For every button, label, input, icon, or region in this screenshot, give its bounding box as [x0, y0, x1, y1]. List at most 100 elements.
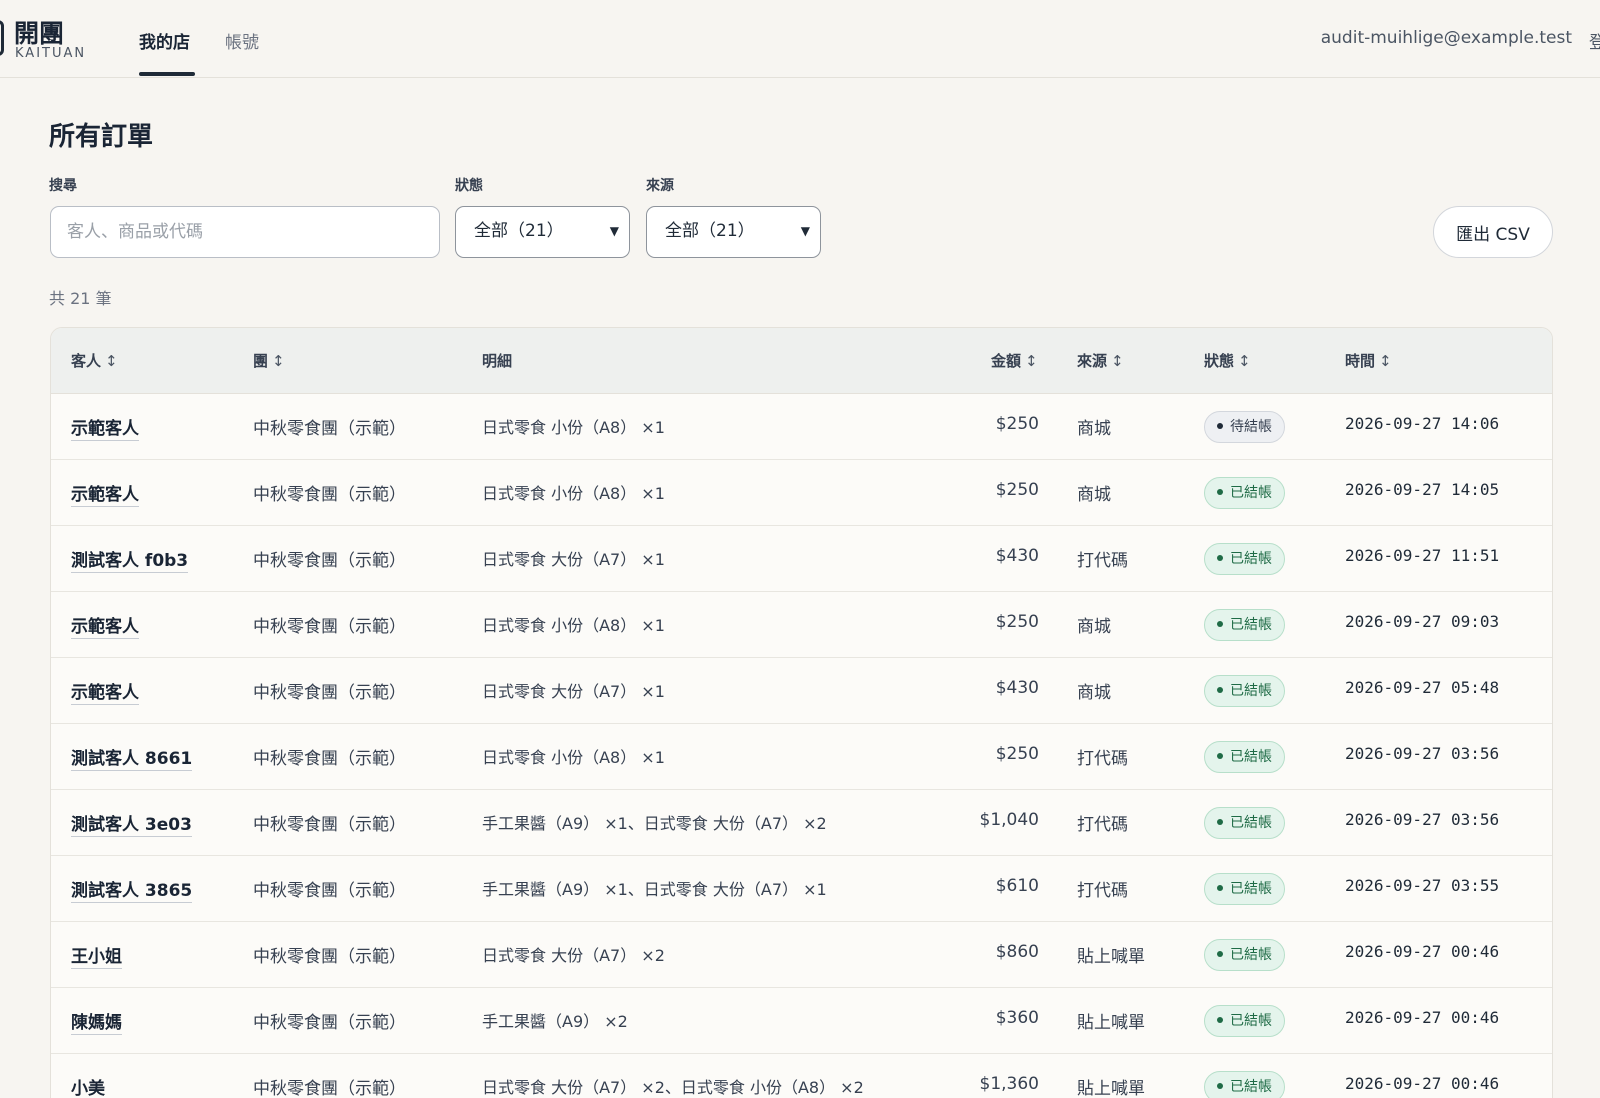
user-email: audit-muihlige@example.test	[1320, 28, 1572, 48]
time-cell: 2026-09-27 03:56	[1345, 744, 1500, 763]
amount-cell: $250	[995, 480, 1039, 500]
table-row[interactable]: 示範客人 中秋零食團（示範） 日式零食 大份（A7） ×1 $430 商城 已結…	[51, 658, 1552, 724]
table-row[interactable]: 示範客人 中秋零食團（示範） 日式零食 小份（A8） ×1 $250 商城 已結…	[51, 592, 1552, 658]
sort-icon: ↕	[1111, 352, 1124, 370]
table-row[interactable]: 測試客人 8661 中秋零食團（示範） 日式零食 小份（A8） ×1 $250 …	[51, 724, 1552, 790]
sort-icon: ↕	[1238, 352, 1251, 370]
table-row[interactable]: 測試客人 f0b3 中秋零食團（示範） 日式零食 大份（A7） ×1 $430 …	[51, 526, 1552, 592]
table-row[interactable]: 示範客人 中秋零食團（示範） 日式零食 小份（A8） ×1 $250 商城 已結…	[51, 460, 1552, 526]
status-badge: 已結帳	[1204, 477, 1285, 509]
sort-icon: ↕	[1379, 352, 1392, 370]
time-cell: 2026-09-27 11:51	[1345, 546, 1500, 565]
detail-cell: 日式零食 大份（A7） ×2、日式零食 小份（A8） ×2	[482, 1078, 864, 1097]
amount-cell: $360	[995, 1008, 1039, 1028]
sort-icon: ↕	[105, 352, 118, 370]
dot-icon	[1217, 819, 1223, 825]
group-cell: 中秋零食團（示範）	[253, 815, 406, 835]
status-badge: 已結帳	[1204, 675, 1285, 707]
group-cell: 中秋零食團（示範）	[253, 1013, 406, 1033]
dot-icon	[1217, 951, 1223, 957]
group-cell: 中秋零食團（示範）	[253, 617, 406, 637]
amount-cell: $860	[995, 942, 1039, 962]
detail-cell: 日式零食 小份（A8） ×1	[482, 484, 665, 503]
header-status[interactable]: 狀態 ↕	[1204, 350, 1251, 371]
page-title: 所有訂單	[49, 122, 154, 152]
customer-link[interactable]: 測試客人 3e03	[71, 810, 192, 837]
customer-link[interactable]: 測試客人 8661	[71, 744, 193, 771]
logo-subtitle: KAITUAN	[15, 46, 87, 61]
status-badge: 已結帳	[1204, 1005, 1285, 1037]
tab-account[interactable]: 帳號	[225, 28, 259, 53]
customer-link[interactable]: 測試客人 f0b3	[71, 546, 189, 573]
export-csv-button[interactable]: 匯出 CSV	[1433, 206, 1553, 258]
time-cell: 2026-09-27 00:46	[1345, 1074, 1500, 1093]
status-badge: 已結帳	[1204, 609, 1285, 641]
result-count: 共 21 筆	[49, 289, 112, 308]
source-filter-label: 來源	[646, 178, 674, 194]
dot-icon	[1217, 885, 1223, 891]
amount-cell: $1,040	[979, 810, 1039, 830]
logout-link[interactable]: 登	[1589, 28, 1600, 53]
amount-cell: $250	[995, 744, 1039, 764]
source-filter-select[interactable]: 全部（21） ▼	[646, 206, 821, 258]
table-header: 客人 ↕ 團 ↕ 明細 金額 ↕ 來源 ↕ 狀態 ↕ 時間 ↕	[51, 328, 1552, 394]
table-row[interactable]: 測試客人 3e03 中秋零食團（示範） 手工果醬（A9） ×1、日式零食 大份（…	[51, 790, 1552, 856]
time-cell: 2026-09-27 09:03	[1345, 612, 1500, 631]
header-group[interactable]: 團 ↕	[253, 350, 285, 371]
tab-my-store[interactable]: 我的店	[139, 28, 190, 53]
active-tab-indicator	[139, 72, 195, 76]
customer-link[interactable]: 陳媽媽	[71, 1008, 122, 1035]
table-row[interactable]: 陳媽媽 中秋零食團（示範） 手工果醬（A9） ×2 $360 貼上喊單 已結帳 …	[51, 988, 1552, 1054]
table-row[interactable]: 王小姐 中秋零食團（示範） 日式零食 大份（A7） ×2 $860 貼上喊單 已…	[51, 922, 1552, 988]
source-cell: 打代碼	[1077, 551, 1128, 571]
sort-icon: ↕	[1025, 352, 1038, 370]
customer-link[interactable]: 示範客人	[71, 480, 139, 507]
header-amount[interactable]: 金額 ↕	[991, 350, 1038, 371]
source-cell: 商城	[1077, 419, 1111, 439]
table-row[interactable]: 測試客人 3865 中秋零食團（示範） 手工果醬（A9） ×1、日式零食 大份（…	[51, 856, 1552, 922]
group-cell: 中秋零食團（示範）	[253, 749, 406, 769]
time-cell: 2026-09-27 00:46	[1345, 942, 1500, 961]
group-cell: 中秋零食團（示範）	[253, 881, 406, 901]
customer-link[interactable]: 示範客人	[71, 678, 139, 705]
group-cell: 中秋零食團（示範）	[253, 947, 406, 967]
source-cell: 打代碼	[1077, 881, 1128, 901]
amount-cell: $250	[995, 612, 1039, 632]
orders-table: 客人 ↕ 團 ↕ 明細 金額 ↕ 來源 ↕ 狀態 ↕ 時間 ↕ 示範客人 中秋零食團（示範）…	[50, 327, 1553, 1098]
source-cell: 貼上喊單	[1077, 1013, 1145, 1033]
time-cell: 2026-09-27 03:56	[1345, 810, 1500, 829]
customer-link[interactable]: 示範客人	[71, 414, 139, 441]
dot-icon	[1217, 621, 1223, 627]
status-badge: 已結帳	[1204, 939, 1285, 971]
header-source[interactable]: 來源 ↕	[1077, 350, 1124, 371]
header-customer[interactable]: 客人 ↕	[71, 350, 118, 371]
source-cell: 商城	[1077, 617, 1111, 637]
status-badge: 已結帳	[1204, 543, 1285, 575]
amount-cell: $1,360	[979, 1074, 1039, 1094]
logo-title[interactable]: 開團	[14, 14, 64, 50]
status-badge: 已結帳	[1204, 1071, 1285, 1098]
sort-icon: ↕	[272, 352, 285, 370]
source-cell: 打代碼	[1077, 815, 1128, 835]
detail-cell: 日式零食 小份（A8） ×1	[482, 748, 665, 767]
source-filter-value: 全部（21）	[665, 221, 755, 241]
time-cell: 2026-09-27 14:05	[1345, 480, 1500, 499]
customer-link[interactable]: 示範客人	[71, 612, 139, 639]
group-cell: 中秋零食團（示範）	[253, 1079, 406, 1098]
search-input[interactable]	[50, 206, 440, 258]
customer-link[interactable]: 測試客人 3865	[71, 876, 193, 903]
detail-cell: 日式零食 小份（A8） ×1	[482, 418, 665, 437]
status-badge: 已結帳	[1204, 873, 1285, 905]
customer-link[interactable]: 小美	[71, 1074, 105, 1098]
header-time[interactable]: 時間 ↕	[1345, 350, 1392, 371]
table-row[interactable]: 小美 中秋零食團（示範） 日式零食 大份（A7） ×2、日式零食 小份（A8） …	[51, 1054, 1552, 1098]
table-row[interactable]: 示範客人 中秋零食團（示範） 日式零食 小份（A8） ×1 $250 商城 待結…	[51, 394, 1552, 460]
status-badge: 已結帳	[1204, 741, 1285, 773]
amount-cell: $430	[995, 678, 1039, 698]
status-filter-select[interactable]: 全部（21） ▼	[455, 206, 630, 258]
source-cell: 貼上喊單	[1077, 1079, 1145, 1098]
time-cell: 2026-09-27 00:46	[1345, 1008, 1500, 1027]
logo-mark-icon	[0, 20, 4, 56]
source-cell: 打代碼	[1077, 749, 1128, 769]
customer-link[interactable]: 王小姐	[71, 942, 122, 969]
